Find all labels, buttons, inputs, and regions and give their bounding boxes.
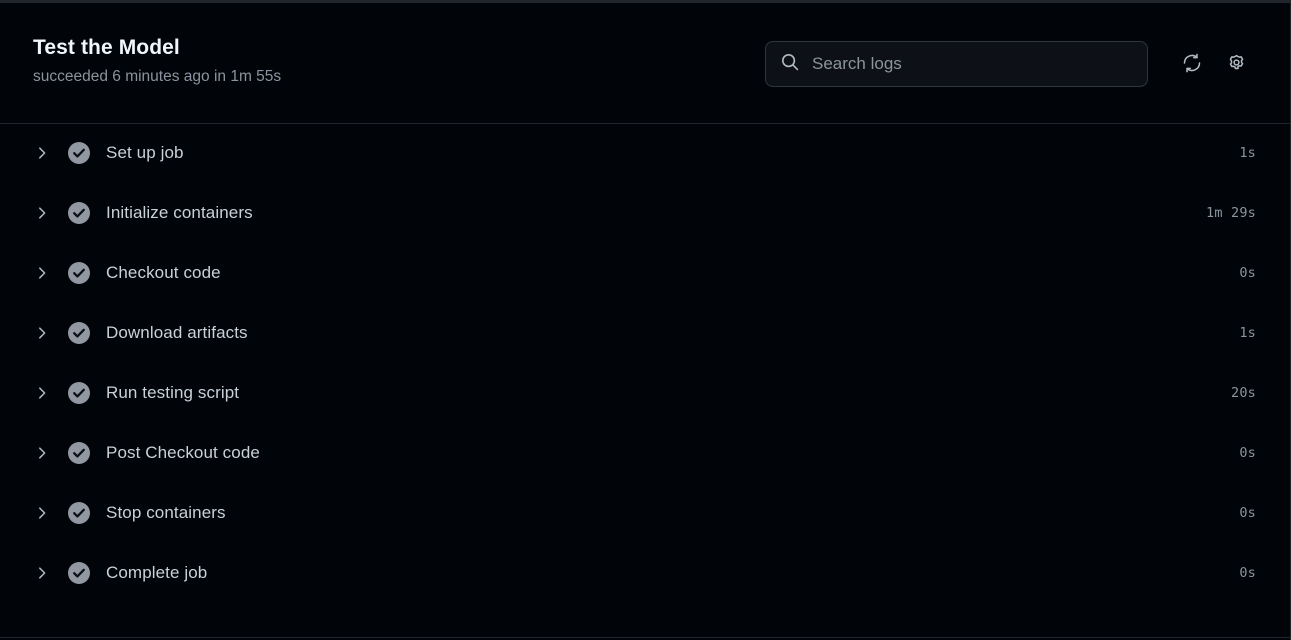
- step-label: Initialize containers: [106, 203, 253, 222]
- step-label: Set up job: [106, 143, 184, 162]
- job-header-actions: [765, 33, 1258, 87]
- steps-list: Set up job 1s Initialize containers 1m 2…: [0, 123, 1290, 603]
- step-label: Run testing script: [106, 383, 240, 402]
- search-input[interactable]: [812, 53, 1133, 75]
- step-duration: 1m 29s: [1206, 205, 1256, 221]
- check-circle-icon: [68, 142, 90, 164]
- search-icon: [780, 52, 800, 77]
- chevron-right-icon[interactable]: [34, 566, 50, 580]
- step-row[interactable]: Complete job 0s: [0, 543, 1290, 603]
- refresh-button[interactable]: [1170, 42, 1214, 86]
- bottom-divider: [0, 637, 1290, 638]
- check-circle-icon: [68, 502, 90, 524]
- step-row[interactable]: Stop containers 0s: [0, 483, 1290, 543]
- check-circle-icon: [68, 382, 90, 404]
- job-log-panel: Test the Model succeeded 6 minutes ago i…: [0, 0, 1291, 640]
- step-duration: 1s: [1239, 145, 1256, 161]
- refresh-icon: [1181, 52, 1203, 77]
- chevron-right-icon[interactable]: [34, 326, 50, 340]
- step-label: Download artifacts: [106, 323, 248, 342]
- page-title: Test the Model: [33, 36, 180, 59]
- step-duration: 1s: [1239, 325, 1256, 341]
- job-header: Test the Model succeeded 6 minutes ago i…: [0, 3, 1290, 123]
- job-status-summary: succeeded 6 minutes ago in 1m 55s: [33, 68, 282, 85]
- step-duration: 0s: [1239, 445, 1256, 461]
- step-duration: 0s: [1239, 505, 1256, 521]
- check-circle-icon: [68, 562, 90, 584]
- step-label: Checkout code: [106, 263, 221, 282]
- chevron-right-icon[interactable]: [34, 266, 50, 280]
- settings-button[interactable]: [1214, 42, 1258, 86]
- step-row[interactable]: Checkout code 0s: [0, 243, 1290, 303]
- check-circle-icon: [68, 322, 90, 344]
- step-label: Complete job: [106, 563, 208, 582]
- check-circle-icon: [68, 442, 90, 464]
- step-duration: 0s: [1239, 565, 1256, 581]
- chevron-right-icon[interactable]: [34, 386, 50, 400]
- step-row[interactable]: Set up job 1s: [0, 123, 1290, 183]
- chevron-right-icon[interactable]: [34, 206, 50, 220]
- job-header-info: Test the Model succeeded 6 minutes ago i…: [33, 33, 281, 87]
- step-label: Stop containers: [106, 503, 226, 522]
- step-row[interactable]: Run testing script 20s: [0, 363, 1290, 423]
- gear-icon: [1225, 51, 1248, 77]
- check-circle-icon: [68, 262, 90, 284]
- step-row[interactable]: Download artifacts 1s: [0, 303, 1290, 363]
- step-duration: 20s: [1231, 385, 1256, 401]
- step-duration: 0s: [1239, 265, 1256, 281]
- chevron-right-icon[interactable]: [34, 506, 50, 520]
- chevron-right-icon[interactable]: [34, 146, 50, 160]
- step-row[interactable]: Initialize containers 1m 29s: [0, 183, 1290, 243]
- chevron-right-icon[interactable]: [34, 446, 50, 460]
- search-logs-box[interactable]: [765, 41, 1148, 87]
- check-circle-icon: [68, 202, 90, 224]
- step-row[interactable]: Post Checkout code 0s: [0, 423, 1290, 483]
- step-label: Post Checkout code: [106, 443, 260, 462]
